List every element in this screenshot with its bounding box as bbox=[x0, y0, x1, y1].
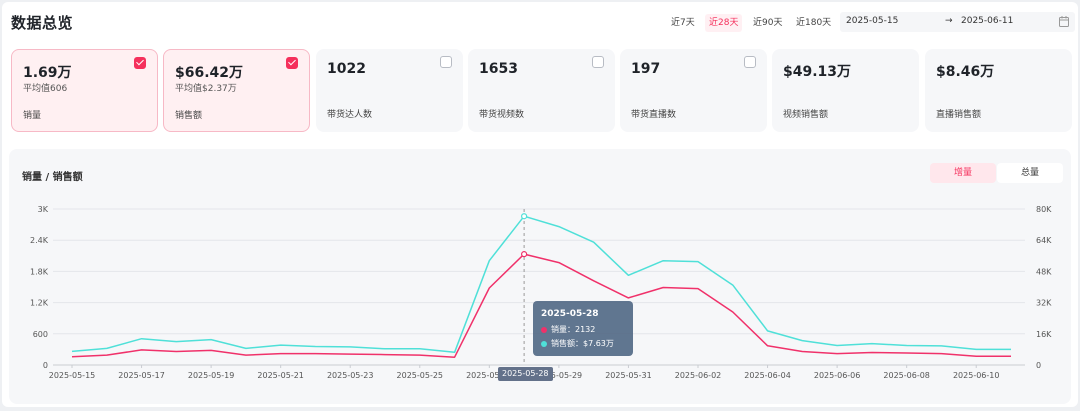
y-right-tick-label: 0 bbox=[1036, 361, 1041, 370]
sales-legend-dot bbox=[541, 326, 547, 333]
y-right-tick-label: 48K bbox=[1036, 267, 1052, 276]
x-tick-label: 2025-05-17 bbox=[118, 371, 165, 380]
y-right-tick-label: 16K bbox=[1036, 330, 1052, 339]
tooltip-revenue: 销售额：$7.63万 bbox=[551, 339, 614, 348]
x-tick-label: 2025-06-06 bbox=[814, 371, 861, 380]
y-left-tick-label: 1.2K bbox=[30, 299, 49, 308]
hover-x-label: 2025-05-28 bbox=[498, 367, 553, 381]
x-tick-label: 2025-06-02 bbox=[675, 371, 722, 380]
y-right-tick-label: 80K bbox=[1036, 205, 1052, 214]
revenue-hover-point bbox=[521, 213, 528, 220]
x-tick-label: 2025-05-15 bbox=[49, 371, 96, 380]
y-left-tick-label: 600 bbox=[33, 330, 48, 339]
x-tick-label: 2025-06-08 bbox=[883, 371, 930, 380]
x-tick-label: 2025-05-19 bbox=[188, 371, 235, 380]
y-left-tick-label: 1.8K bbox=[30, 267, 49, 276]
y-right-tick-label: 64K bbox=[1036, 236, 1052, 245]
y-left-tick-label: 2.4K bbox=[30, 236, 49, 245]
revenue-legend-dot bbox=[541, 340, 547, 347]
x-tick-label: 2025-05-21 bbox=[257, 371, 304, 380]
x-tick-label: 2025-06-04 bbox=[744, 371, 791, 380]
x-tick-label: 2025-05-23 bbox=[327, 371, 374, 380]
y-left-tick-label: 3K bbox=[38, 205, 49, 214]
chart-tooltip: 2025-05-28 销量：2132 销售额：$7.63万 bbox=[533, 301, 633, 356]
tooltip-date: 2025-05-28 bbox=[541, 309, 599, 319]
x-tick-label: 2025-05-25 bbox=[397, 371, 444, 380]
sales-hover-point bbox=[521, 251, 528, 258]
x-tick-label: 2025-06-10 bbox=[953, 371, 1000, 380]
tooltip-sales-row: 销量：2132 bbox=[541, 324, 595, 335]
tooltip-revenue-row: 销售额：$7.63万 bbox=[541, 338, 614, 349]
tooltip-sales: 销量：2132 bbox=[551, 325, 596, 334]
y-right-tick-label: 32K bbox=[1036, 299, 1052, 308]
y-left-tick-label: 0 bbox=[43, 361, 48, 370]
x-tick-label: 2025-05-31 bbox=[605, 371, 652, 380]
